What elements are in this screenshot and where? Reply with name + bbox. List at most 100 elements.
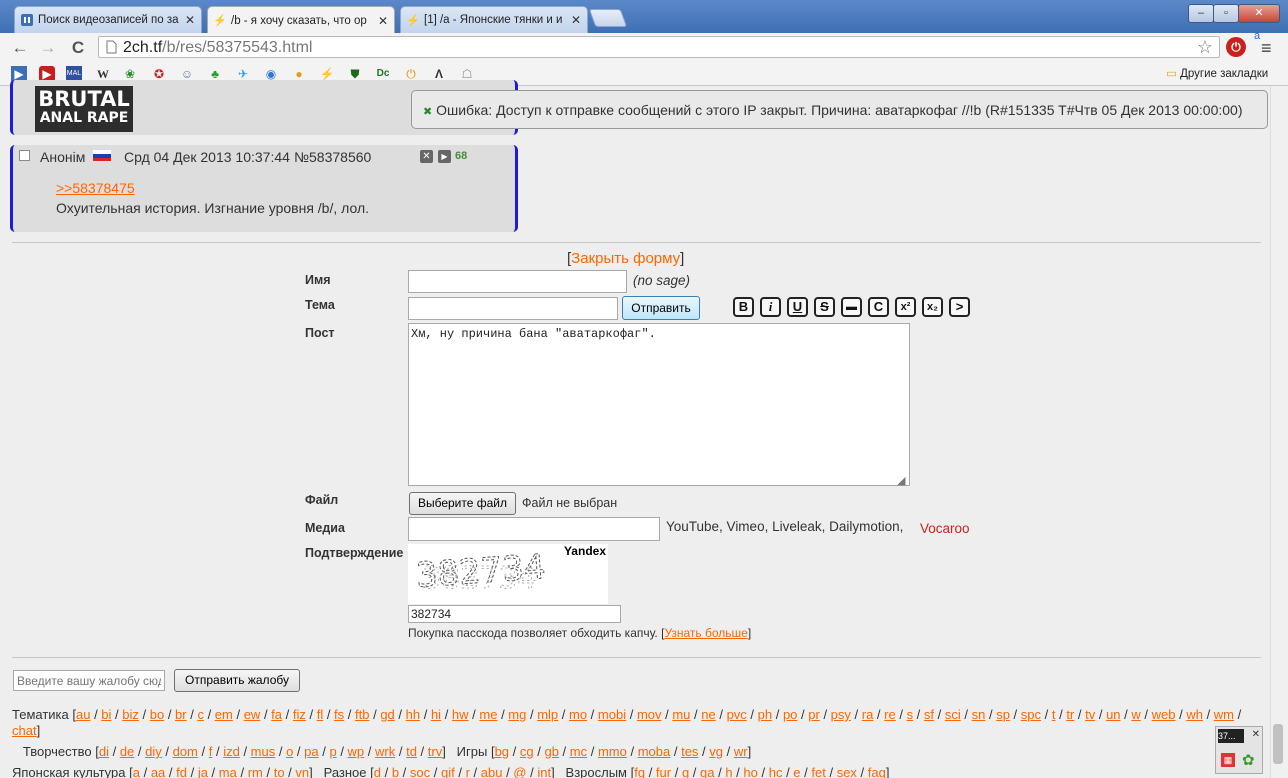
- post-image-thumbnail[interactable]: BRUTAL ANAL RAPE: [35, 86, 133, 132]
- tab-anime-board[interactable]: ⚡ [1] /a - Японские тянки и и ✕: [400, 6, 588, 33]
- media-input[interactable]: [408, 517, 660, 541]
- code-button[interactable]: C: [868, 297, 889, 317]
- spoiler-button[interactable]: ▬: [841, 297, 862, 317]
- other-bookmarks[interactable]: ▭ Другие закладки: [1166, 66, 1268, 80]
- board-link-de[interactable]: de: [120, 744, 134, 759]
- subscript-button[interactable]: x₂: [922, 297, 943, 317]
- board-link-po[interactable]: po: [783, 707, 797, 722]
- name-input[interactable]: [408, 270, 627, 293]
- board-link-sn[interactable]: sn: [972, 707, 986, 722]
- board-link-ga[interactable]: ga: [700, 765, 714, 778]
- board-link-re[interactable]: re: [884, 707, 896, 722]
- board-link-ew[interactable]: ew: [244, 707, 261, 722]
- board-link-chat[interactable]: chat: [12, 723, 37, 738]
- learn-more-link[interactable]: Узнать больше: [664, 626, 747, 640]
- close-form-link[interactable]: Закрыть форму: [571, 250, 680, 267]
- board-link-b[interactable]: b: [392, 765, 399, 778]
- vocaroo-link[interactable]: Vocaroo: [920, 521, 970, 536]
- new-tab-button[interactable]: [588, 9, 628, 27]
- board-link-mus[interactable]: mus: [251, 744, 276, 759]
- board-link-dom[interactable]: dom: [173, 744, 198, 759]
- board-link-fg[interactable]: fg: [634, 765, 645, 778]
- board-link-gb[interactable]: gb: [544, 744, 558, 759]
- choose-file-button[interactable]: Выберите файл: [409, 492, 516, 515]
- extension-badge-icon[interactable]: a: [1254, 30, 1260, 42]
- board-link-bg[interactable]: bg: [495, 744, 509, 759]
- board-link-gif[interactable]: gif: [441, 765, 455, 778]
- board-link-fur[interactable]: fur: [656, 765, 671, 778]
- board-link-sp[interactable]: sp: [996, 707, 1010, 722]
- tab-close-icon[interactable]: ✕: [378, 14, 388, 28]
- board-link-sf[interactable]: sf: [924, 707, 934, 722]
- scrollbar[interactable]: [1270, 86, 1288, 778]
- board-link-p[interactable]: p: [329, 744, 336, 759]
- tab-close-icon[interactable]: ✕: [571, 13, 581, 27]
- board-link-ph[interactable]: ph: [758, 707, 772, 722]
- board-link-ja[interactable]: ja: [198, 765, 208, 778]
- post-select-checkbox[interactable]: [19, 150, 30, 161]
- tab-video-search[interactable]: Поиск видеозаписей по заг ✕: [14, 6, 202, 33]
- board-link-em[interactable]: em: [215, 707, 233, 722]
- board-link-trv[interactable]: trv: [428, 744, 442, 759]
- board-link-ra[interactable]: ra: [862, 707, 874, 722]
- board-link-pa[interactable]: pa: [304, 744, 318, 759]
- board-link-wr[interactable]: wr: [734, 744, 748, 759]
- board-link-pvc[interactable]: pvc: [727, 707, 747, 722]
- board-link-td[interactable]: td: [406, 744, 417, 759]
- menu-icon[interactable]: ≡: [1261, 38, 1272, 59]
- hide-post-icon[interactable]: ✕: [420, 150, 433, 163]
- board-link-wh[interactable]: wh: [1186, 707, 1203, 722]
- board-link-hh[interactable]: hh: [406, 707, 420, 722]
- post-textarea[interactable]: Хм, ну причина бана "аватаркофаг".: [408, 323, 910, 486]
- close-window-button[interactable]: ✕: [1238, 4, 1280, 23]
- post-number[interactable]: №58378560: [294, 149, 371, 165]
- board-link-fiz[interactable]: fiz: [293, 707, 306, 722]
- board-link-h[interactable]: h: [725, 765, 732, 778]
- superscript-button[interactable]: x²: [895, 297, 916, 317]
- back-icon[interactable]: ←: [10, 38, 30, 58]
- board-link-moba[interactable]: moba: [638, 744, 671, 759]
- post-reply-link[interactable]: >>58378475: [56, 180, 135, 196]
- board-link-a[interactable]: a: [133, 765, 140, 778]
- board-link-mov[interactable]: mov: [637, 707, 662, 722]
- board-link-mlp[interactable]: mlp: [537, 707, 558, 722]
- tray-gear-icon[interactable]: ✿: [1242, 751, 1255, 769]
- board-link-me[interactable]: me: [479, 707, 497, 722]
- reload-icon[interactable]: C: [68, 38, 88, 58]
- board-link-mg[interactable]: mg: [508, 707, 526, 722]
- board-link-ho[interactable]: ho: [743, 765, 757, 778]
- board-link-wm[interactable]: wm: [1214, 707, 1234, 722]
- board-link-e[interactable]: e: [793, 765, 800, 778]
- board-link-ftb[interactable]: ftb: [355, 707, 369, 722]
- bold-button[interactable]: B: [733, 297, 754, 317]
- address-bar[interactable]: 2ch.tf/b/res/58375543.html ☆: [98, 36, 1220, 58]
- board-link-fag[interactable]: fag: [868, 765, 886, 778]
- star-icon[interactable]: ☆: [1197, 37, 1213, 58]
- board-link-rm[interactable]: rm: [248, 765, 263, 778]
- board-link-wrk[interactable]: wrk: [375, 744, 395, 759]
- tab-current-thread[interactable]: ⚡ /b - я хочу сказать, что ор ✕: [207, 6, 395, 34]
- board-link-mmo[interactable]: mmo: [598, 744, 627, 759]
- board-link-fet[interactable]: fet: [811, 765, 825, 778]
- board-link-to[interactable]: to: [274, 765, 285, 778]
- forward-icon[interactable]: →: [38, 38, 58, 58]
- tab-close-icon[interactable]: ✕: [185, 13, 195, 27]
- strike-button[interactable]: S: [814, 297, 835, 317]
- board-link-gd[interactable]: gd: [380, 707, 394, 722]
- board-link-ne[interactable]: ne: [701, 707, 715, 722]
- board-link-bo[interactable]: bo: [150, 707, 164, 722]
- board-link-at[interactable]: @: [513, 765, 526, 778]
- underline-button[interactable]: U: [787, 297, 808, 317]
- tray-close-icon[interactable]: ✕: [1252, 729, 1260, 740]
- board-link-mo[interactable]: mo: [569, 707, 587, 722]
- scrollbar-thumb[interactable]: [1273, 724, 1283, 764]
- board-link-tes[interactable]: tes: [681, 744, 698, 759]
- board-link-au[interactable]: au: [76, 707, 90, 722]
- board-link-mc[interactable]: mc: [570, 744, 587, 759]
- board-link-biz[interactable]: biz: [122, 707, 139, 722]
- board-link-w[interactable]: w: [1131, 707, 1140, 722]
- board-link-hi[interactable]: hi: [431, 707, 441, 722]
- board-link-br[interactable]: br: [175, 707, 187, 722]
- complaint-input[interactable]: [13, 670, 165, 691]
- captcha-input[interactable]: 382734: [408, 605, 621, 623]
